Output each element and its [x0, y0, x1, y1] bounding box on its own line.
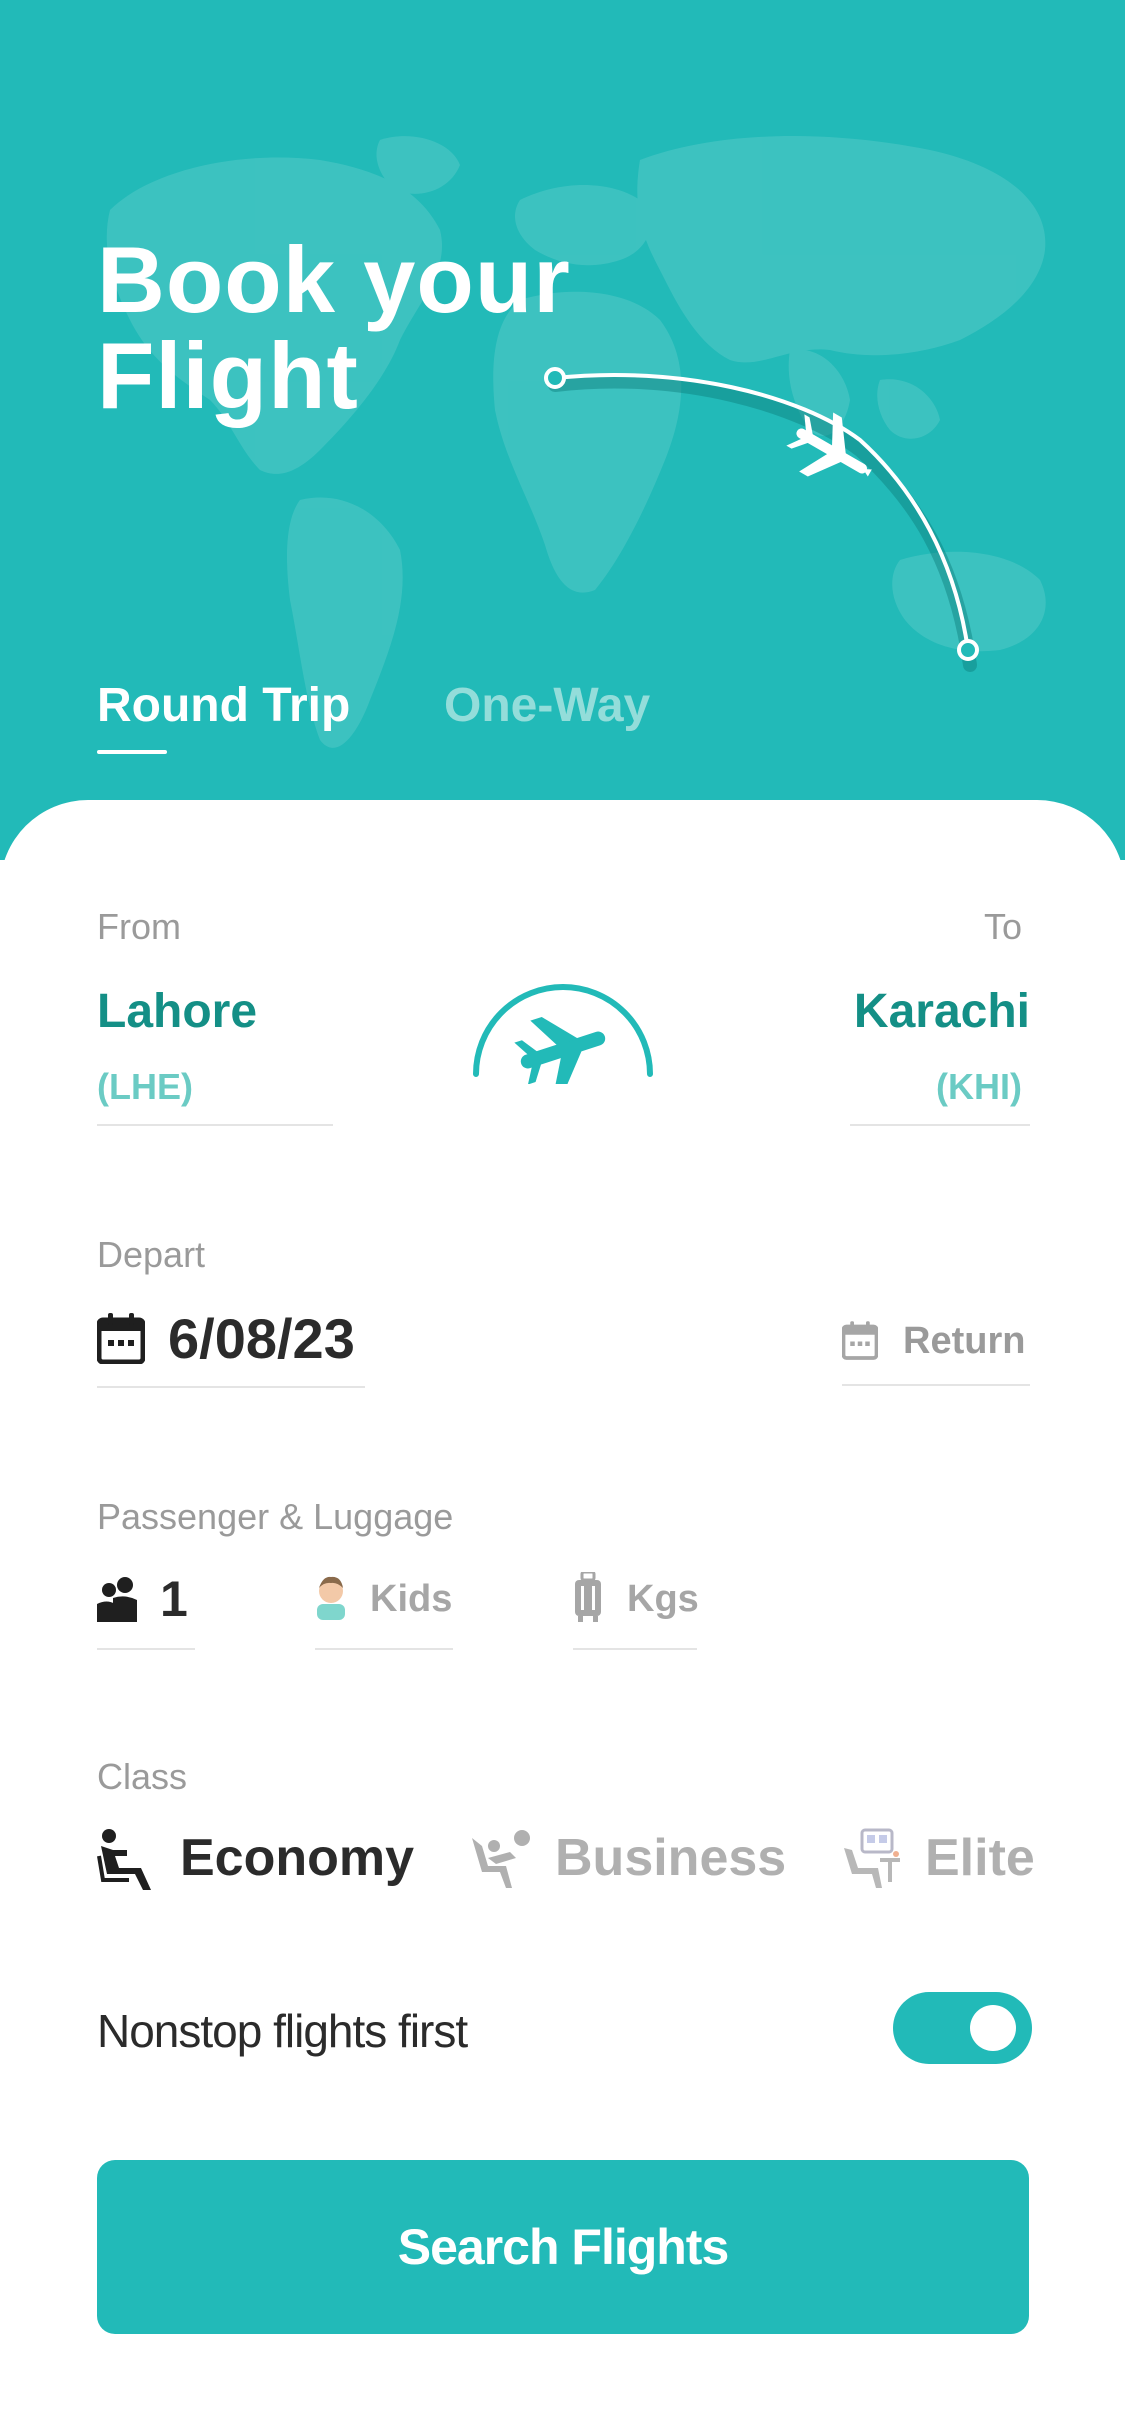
nonstop-label: Nonstop flights first [97, 2005, 468, 2057]
airplane-icon [514, 1016, 606, 1084]
from-field[interactable]: Lahore (LHE) [97, 978, 333, 1128]
return-placeholder: Return [903, 1320, 1026, 1362]
destination-dot [957, 639, 979, 661]
class-elite-label: Elite [925, 1829, 1035, 1887]
luggage-icon [575, 1572, 601, 1622]
active-tab-indicator [97, 750, 167, 754]
calendar-icon [97, 1313, 145, 1364]
search-flights-button[interactable]: Search Flights [97, 2160, 1029, 2334]
kids-placeholder: Kids [370, 1578, 453, 1620]
from-label: From [97, 906, 181, 947]
hero-header: Book your Flight Round Trip One-Way [0, 0, 1125, 860]
to-underline [850, 1124, 1030, 1126]
to-city: Karachi [853, 985, 1030, 1038]
to-label: To [983, 906, 1022, 947]
from-code: (LHE) [97, 1066, 193, 1107]
people-icon [97, 1577, 137, 1622]
toggle-knob [970, 2005, 1016, 2051]
return-underline [842, 1384, 1030, 1386]
child-avatar-icon [317, 1576, 345, 1620]
to-field[interactable]: Karachi (KHI) [850, 978, 1030, 1128]
depart-label: Depart [97, 1234, 206, 1275]
adults-underline [97, 1648, 195, 1650]
calendar-icon [842, 1321, 878, 1360]
class-business-label: Business [555, 1829, 787, 1887]
origin-dot [544, 367, 566, 389]
passenger-luggage-label: Passenger & Luggage [97, 1496, 454, 1537]
luggage-underline [573, 1648, 697, 1650]
elite-seat-icon [844, 1828, 900, 1888]
kgs-placeholder: Kgs [627, 1578, 699, 1620]
depart-underline [97, 1386, 365, 1388]
adults-count: 1 [160, 1571, 188, 1627]
class-economy-label: Economy [180, 1829, 415, 1887]
nonstop-toggle[interactable] [893, 1992, 1032, 2064]
business-seat-icon [472, 1830, 530, 1888]
tab-one-way[interactable]: One-Way [444, 678, 650, 733]
swap-airports-button[interactable] [468, 984, 658, 1084]
to-code: (KHI) [936, 1066, 1022, 1107]
class-label: Class [97, 1756, 188, 1797]
tab-round-trip[interactable]: Round Trip [97, 678, 355, 733]
from-underline [97, 1124, 333, 1126]
economy-seat-icon [97, 1829, 151, 1890]
from-city: Lahore [97, 985, 258, 1038]
kids-underline [315, 1648, 453, 1650]
depart-date-value: 6/08/23 [168, 1307, 355, 1370]
